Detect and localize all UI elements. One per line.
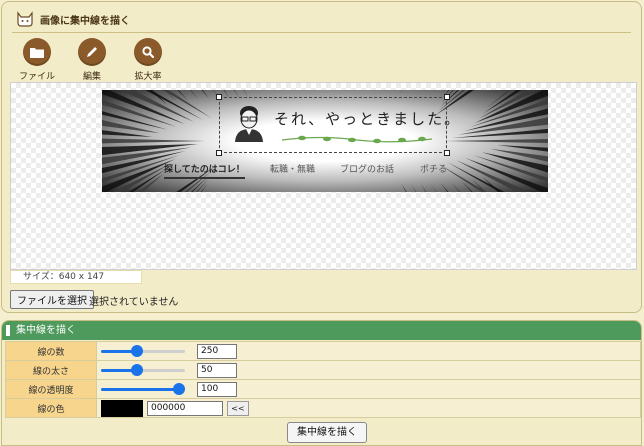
- line-count-slider[interactable]: [101, 345, 185, 357]
- param-control: 100: [96, 379, 641, 399]
- edit-menu-label: 編集: [82, 72, 101, 82]
- param-label: 線の数: [5, 341, 97, 361]
- line-width-input[interactable]: 50: [197, 362, 237, 378]
- param-row-line-count: 線の数 250: [5, 341, 641, 361]
- apply-color-button[interactable]: <<: [227, 400, 249, 416]
- param-label: 線の太さ: [5, 360, 97, 380]
- zoom-menu-button[interactable]: 拡大率: [123, 38, 173, 82]
- line-count-input[interactable]: 250: [197, 343, 237, 359]
- param-label: 線の透明度: [5, 379, 97, 399]
- line-width-slider[interactable]: [101, 364, 185, 376]
- param-control: 250: [96, 341, 641, 361]
- file-menu-button[interactable]: ファイル: [12, 38, 62, 82]
- image-preview: それ、やっときました。 探してたのはコレ！ 転職・無職 ブログのお話 ポチる: [102, 90, 548, 192]
- section-title: 集中線を描く: [16, 325, 76, 336]
- color-swatch[interactable]: [101, 399, 143, 417]
- image-canvas[interactable]: それ、やっときました。 探してたのはコレ！ 転職・無職 ブログのお話 ポチる: [10, 82, 637, 270]
- banner-nav-item: ポチる: [420, 165, 448, 175]
- panel-header: 画像に集中線を描く: [16, 8, 130, 30]
- resize-handle-bottom-right[interactable]: [444, 150, 450, 156]
- banner-nav-item: 転職・無職: [270, 165, 316, 175]
- banner-nav-item: ブログのお話: [340, 165, 395, 175]
- zoom-menu-label: 拡大率: [134, 72, 162, 82]
- color-hex-input[interactable]: 000000: [147, 400, 223, 416]
- param-control: 000000 <<: [96, 398, 641, 418]
- cat-icon: [17, 11, 33, 27]
- resize-handle-top-right[interactable]: [444, 94, 450, 100]
- focus-lines-panel: 集中線を描く 線の数 250 線の太さ 50 線の透明度 100 線の色 000…: [1, 320, 642, 446]
- line-opacity-input[interactable]: 100: [197, 381, 237, 397]
- folder-icon: [23, 38, 51, 66]
- page-title: 画像に集中線を描く: [40, 15, 130, 27]
- file-menu-label: ファイル: [18, 72, 55, 82]
- resize-handle-bottom-left[interactable]: [216, 150, 222, 156]
- magnifier-icon: [134, 38, 162, 66]
- line-opacity-slider[interactable]: [101, 383, 185, 395]
- param-row-line-opacity: 線の透明度 100: [5, 379, 641, 399]
- banner-nav-item: 探してたのはコレ！: [164, 162, 245, 179]
- pencil-icon: [78, 38, 106, 66]
- resize-handle-top-left[interactable]: [216, 94, 222, 100]
- image-size-label: サイズ：640 x 147: [10, 270, 142, 284]
- param-label: 線の色: [5, 398, 97, 418]
- param-control: 50: [96, 360, 641, 380]
- file-status-text: 選択されていません: [89, 297, 179, 308]
- params-table: 線の数 250 線の太さ 50 線の透明度 100 線の色 000000 <<: [5, 341, 641, 418]
- edit-menu-button[interactable]: 編集: [67, 38, 117, 82]
- draw-focus-lines-button[interactable]: 集中線を描く: [287, 422, 367, 443]
- section-header: 集中線を描く: [2, 321, 641, 340]
- image-panel: 画像に集中線を描く ファイル 編集 拡大率 それ、やっときました。 探してたのは…: [1, 1, 642, 313]
- banner-nav: 探してたのはコレ！ 転職・無職 ブログのお話 ポチる: [102, 158, 548, 179]
- param-row-line-width: 線の太さ 50: [5, 360, 641, 380]
- header-accent-bar: [6, 325, 10, 336]
- selection-box[interactable]: [216, 94, 450, 156]
- param-row-line-color: 線の色 000000 <<: [5, 398, 641, 418]
- title-divider: [12, 32, 631, 33]
- choose-file-button[interactable]: ファイルを選択: [10, 290, 94, 309]
